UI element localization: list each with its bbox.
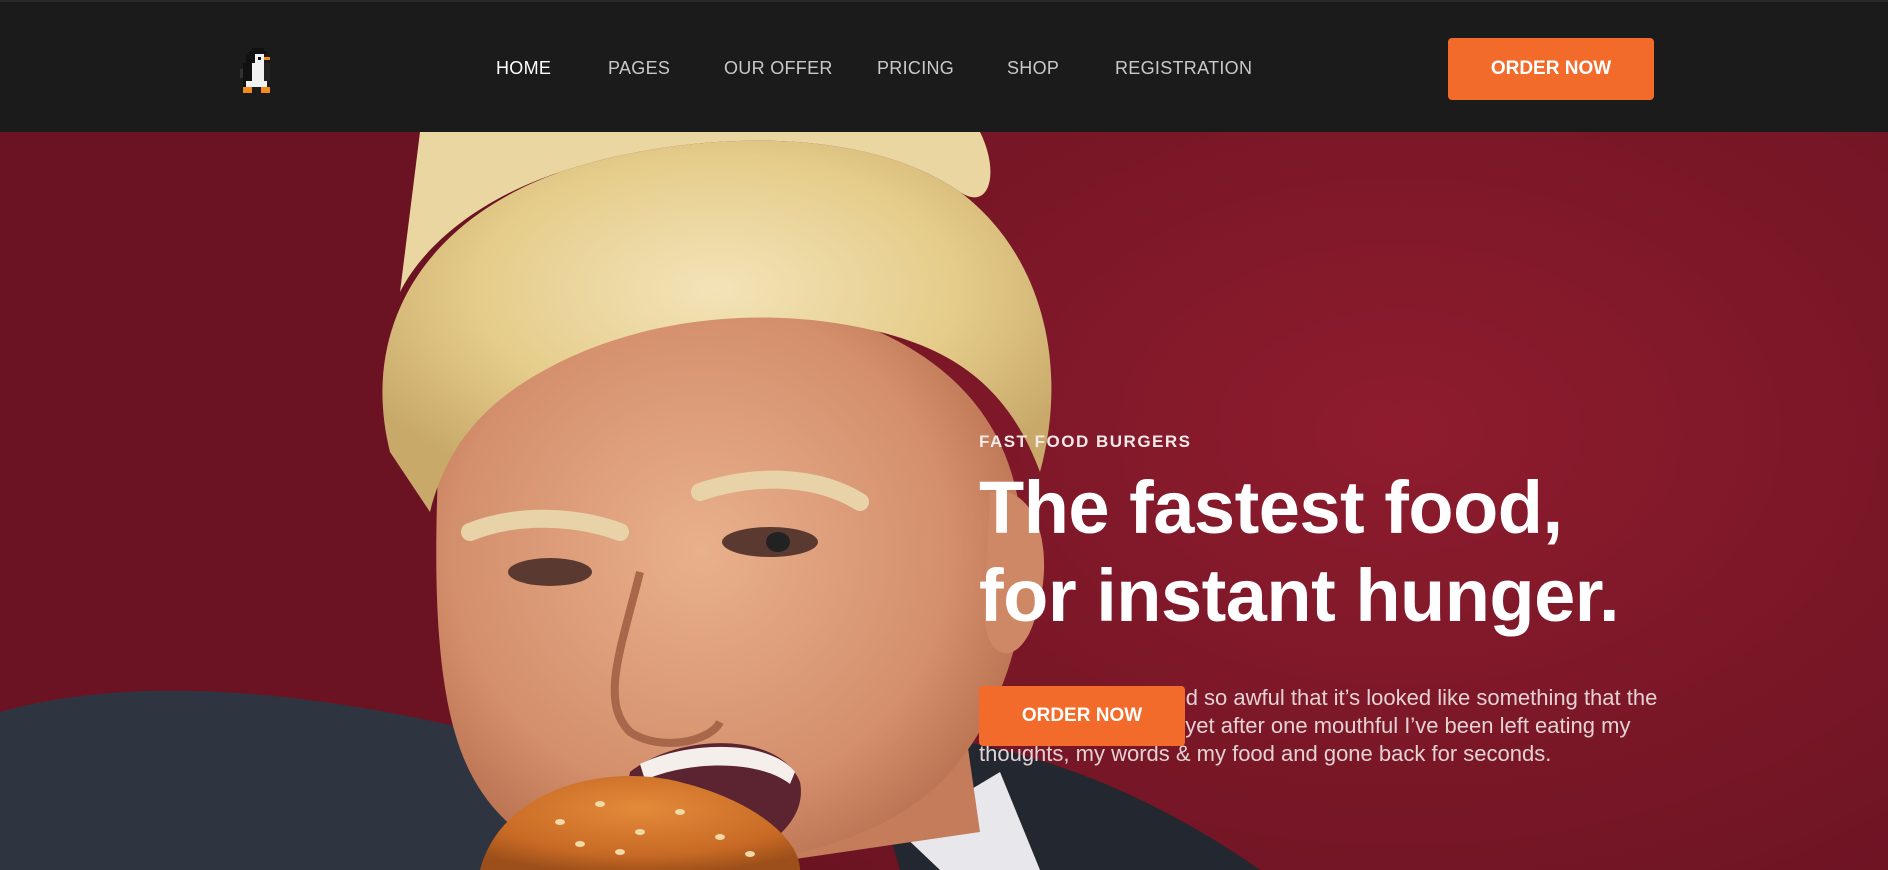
hero-headline: The fastest food, for instant hunger.	[979, 466, 1620, 637]
nav-pricing[interactable]: PRICING	[877, 58, 954, 79]
nav-our-offer[interactable]: OUR OFFER	[724, 58, 833, 79]
nav-shop[interactable]: SHOP	[1007, 58, 1059, 79]
header-order-now-button[interactable]: ORDER NOW	[1448, 38, 1654, 100]
site-header: HOME PAGES OUR OFFER PRICING SHOP REGIST…	[0, 0, 1888, 132]
nav-home[interactable]: HOME	[496, 58, 551, 79]
nav-registration[interactable]: REGISTRATION	[1115, 58, 1252, 79]
hero-order-now-button[interactable]: ORDER NOW	[979, 686, 1185, 746]
hero-eyebrow: FAST FOOD BURGERS	[979, 432, 1192, 451]
nav-pages[interactable]: PAGES	[608, 58, 670, 79]
hero-section: FAST FOOD BURGERS The fastest food, for …	[0, 132, 1888, 870]
